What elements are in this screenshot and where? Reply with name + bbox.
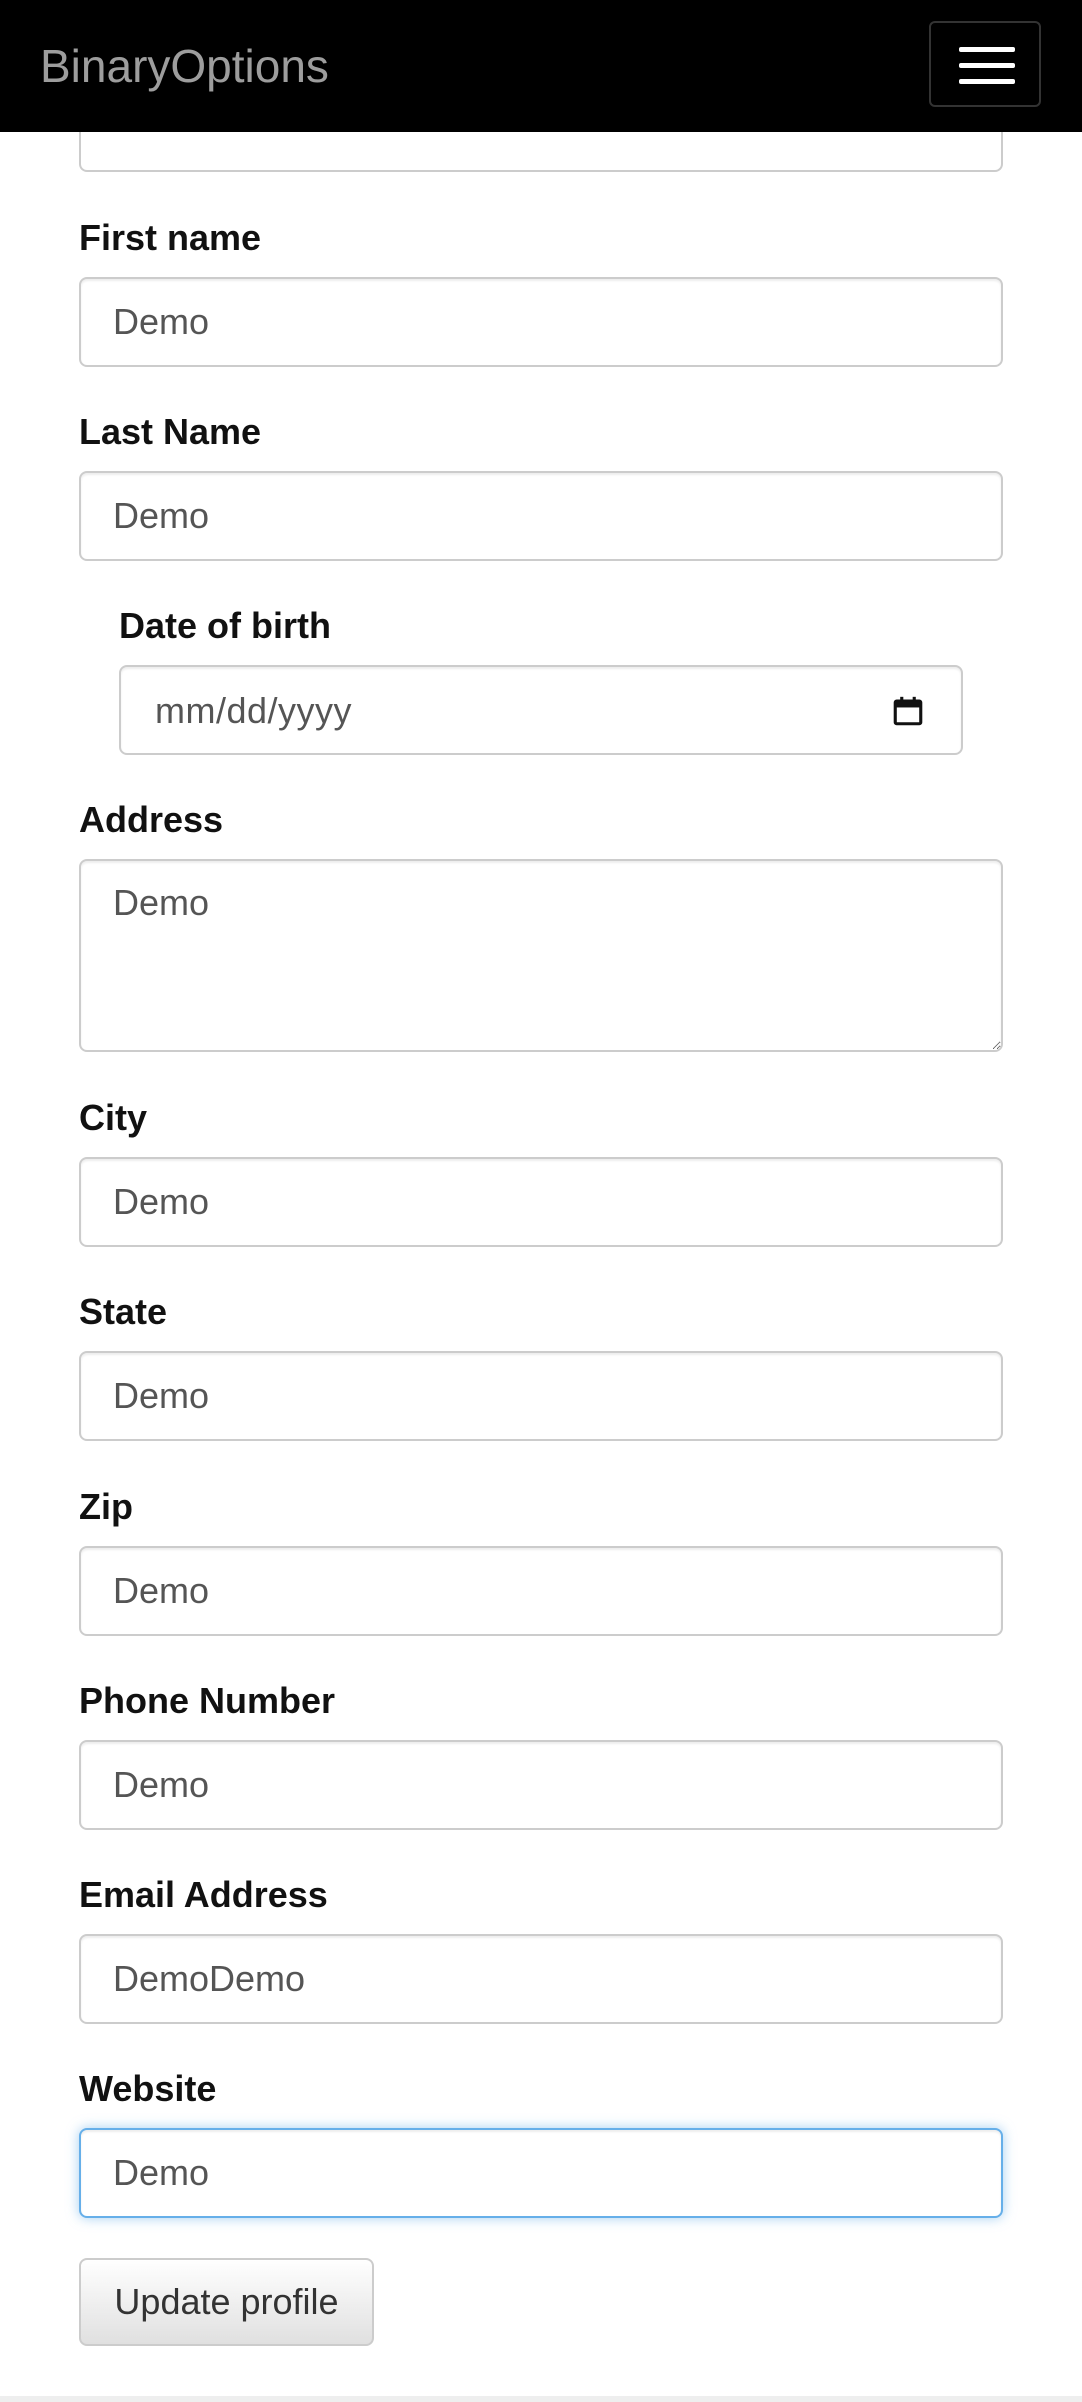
zip-input[interactable] <box>79 1546 1003 1636</box>
first-name-label: First name <box>79 217 262 258</box>
address-label: Address <box>79 799 224 840</box>
state-label: State <box>79 1291 168 1332</box>
website-input[interactable] <box>79 2128 1003 2218</box>
website-label: Website <box>79 2068 217 2109</box>
city-label: City <box>79 1097 148 1138</box>
calendar-icon[interactable] <box>891 694 925 728</box>
hamburger-icon <box>959 47 1015 52</box>
menu-toggle-button[interactable] <box>929 21 1041 107</box>
zip-label: Zip <box>79 1486 133 1527</box>
address-textarea[interactable]: Demo <box>79 859 1003 1052</box>
page-bottom-divider <box>0 2396 1082 2402</box>
navbar: BinaryOptions <box>0 0 1082 132</box>
first-name-input[interactable] <box>79 277 1003 367</box>
last-name-label: Last Name <box>79 411 262 452</box>
email-address-input[interactable] <box>79 1934 1003 2024</box>
date-of-birth-input[interactable]: mm/dd/yyyy <box>119 665 963 755</box>
last-name-input[interactable] <box>79 471 1003 561</box>
hamburger-icon-bar <box>959 79 1015 84</box>
hamburger-icon-bar <box>959 63 1015 68</box>
phone-number-input[interactable] <box>79 1740 1003 1830</box>
state-input[interactable] <box>79 1351 1003 1441</box>
date-of-birth-placeholder: mm/dd/yyyy <box>155 690 353 731</box>
update-profile-button[interactable]: Update profile <box>79 2258 374 2346</box>
brand-link[interactable]: BinaryOptions <box>40 38 329 94</box>
date-of-birth-label: Date of birth <box>119 605 331 646</box>
email-address-label: Email Address <box>79 1874 328 1915</box>
city-input[interactable] <box>79 1157 1003 1247</box>
phone-number-label: Phone Number <box>79 1680 336 1721</box>
